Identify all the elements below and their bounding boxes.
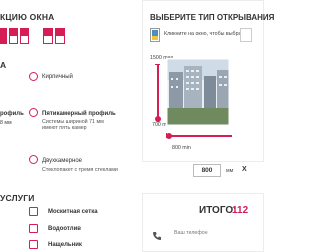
times-label: X (242, 166, 247, 173)
double-glazing-title: Двухкамерное (42, 158, 82, 164)
total-value: 112 (232, 205, 249, 216)
phone-icon (152, 228, 162, 240)
city-view-image (166, 58, 230, 126)
double-glazing-desc: Стеклопакет с тремя стеклами (42, 167, 118, 173)
window-type-options (0, 28, 30, 44)
opening-type-icon[interactable] (240, 28, 252, 42)
trim-checkbox[interactable] (29, 240, 38, 249)
service-label: Москитная сетка (48, 209, 98, 215)
window-type-icon[interactable] (9, 28, 18, 44)
unit-label: мм (226, 168, 234, 174)
window-preview-image[interactable] (166, 58, 230, 126)
services-heading: УСЛУГИ (0, 193, 35, 203)
five-chamber-desc: Системы шириной 71 мм имеют пять камер (42, 119, 104, 132)
width-slider-handle[interactable] (166, 132, 172, 139)
opening-hint: Кликните на окно, чтобы выбрать (164, 31, 247, 37)
total-label: ИТОГО: (199, 205, 237, 216)
five-chamber-radio[interactable] (29, 108, 38, 117)
window-type-icon[interactable] (20, 28, 29, 44)
window-type-icon[interactable] (43, 28, 53, 44)
width-input[interactable]: 800 (193, 164, 221, 177)
window-type-icon[interactable] (0, 28, 7, 44)
opening-type-icon[interactable] (150, 28, 160, 42)
width-min-label: 800 min (172, 145, 191, 151)
profile-left-sub: 8 мм (0, 120, 12, 126)
double-glazing-radio[interactable] (29, 155, 38, 164)
height-slider-track[interactable] (157, 64, 159, 122)
five-chamber-title: Пятикамерный профиль (42, 111, 116, 117)
total-card (142, 193, 264, 252)
phone-placeholder: Ваш телефон (174, 230, 208, 236)
window-type-options-2 (43, 28, 65, 44)
mosquito-net-checkbox[interactable] (29, 207, 38, 216)
width-slider-track[interactable] (166, 135, 232, 137)
width-input-value: 800 (201, 167, 213, 174)
brick-radio[interactable] (29, 72, 38, 81)
service-label: Водоотлив (48, 226, 81, 232)
service-label: Нащельник (48, 242, 82, 248)
profile-heading: А (0, 60, 7, 70)
window-type-icon[interactable] (55, 28, 65, 44)
opening-heading: ВЫБЕРИТЕ ТИП ОТКРЫВАНИЯ (150, 13, 275, 22)
phone-input[interactable]: Ваш телефон (166, 224, 250, 240)
brick-label: Кирпичный (42, 74, 73, 80)
config-heading: КЦИЮ ОКНА (0, 12, 55, 22)
profile-left-title: рофиль (0, 111, 24, 117)
drainage-checkbox[interactable] (29, 224, 38, 233)
